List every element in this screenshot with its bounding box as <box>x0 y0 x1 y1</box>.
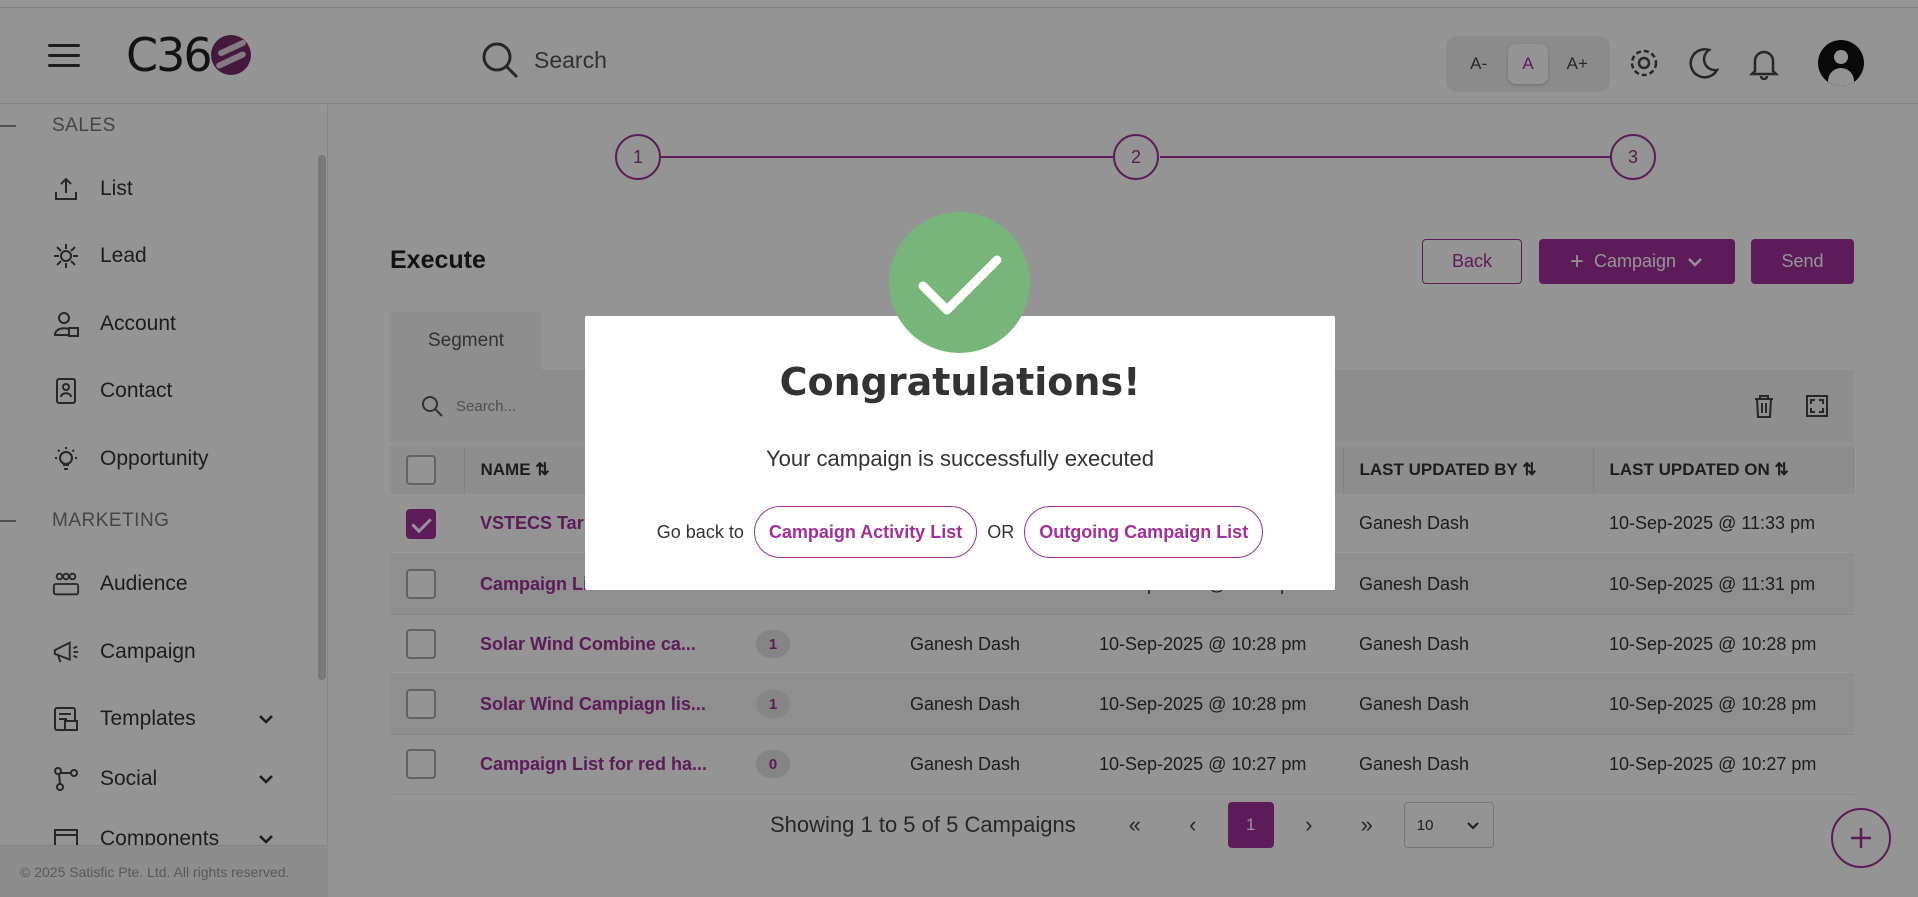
outgoing-campaign-list-link[interactable]: Outgoing Campaign List <box>1024 506 1264 558</box>
go-back-text: Go back to <box>656 521 744 542</box>
modal-actions: Go back to Campaign Activity List OR Out… <box>585 506 1335 558</box>
success-modal: Congratulations! Your campaign is succes… <box>585 316 1335 590</box>
campaign-activity-list-link[interactable]: Campaign Activity List <box>753 506 978 558</box>
modal-message: Your campaign is successfully executed <box>765 446 1155 471</box>
success-check-icon <box>889 212 1030 353</box>
or-text: OR <box>987 521 1015 542</box>
modal-title: Congratulations! <box>779 360 1141 404</box>
